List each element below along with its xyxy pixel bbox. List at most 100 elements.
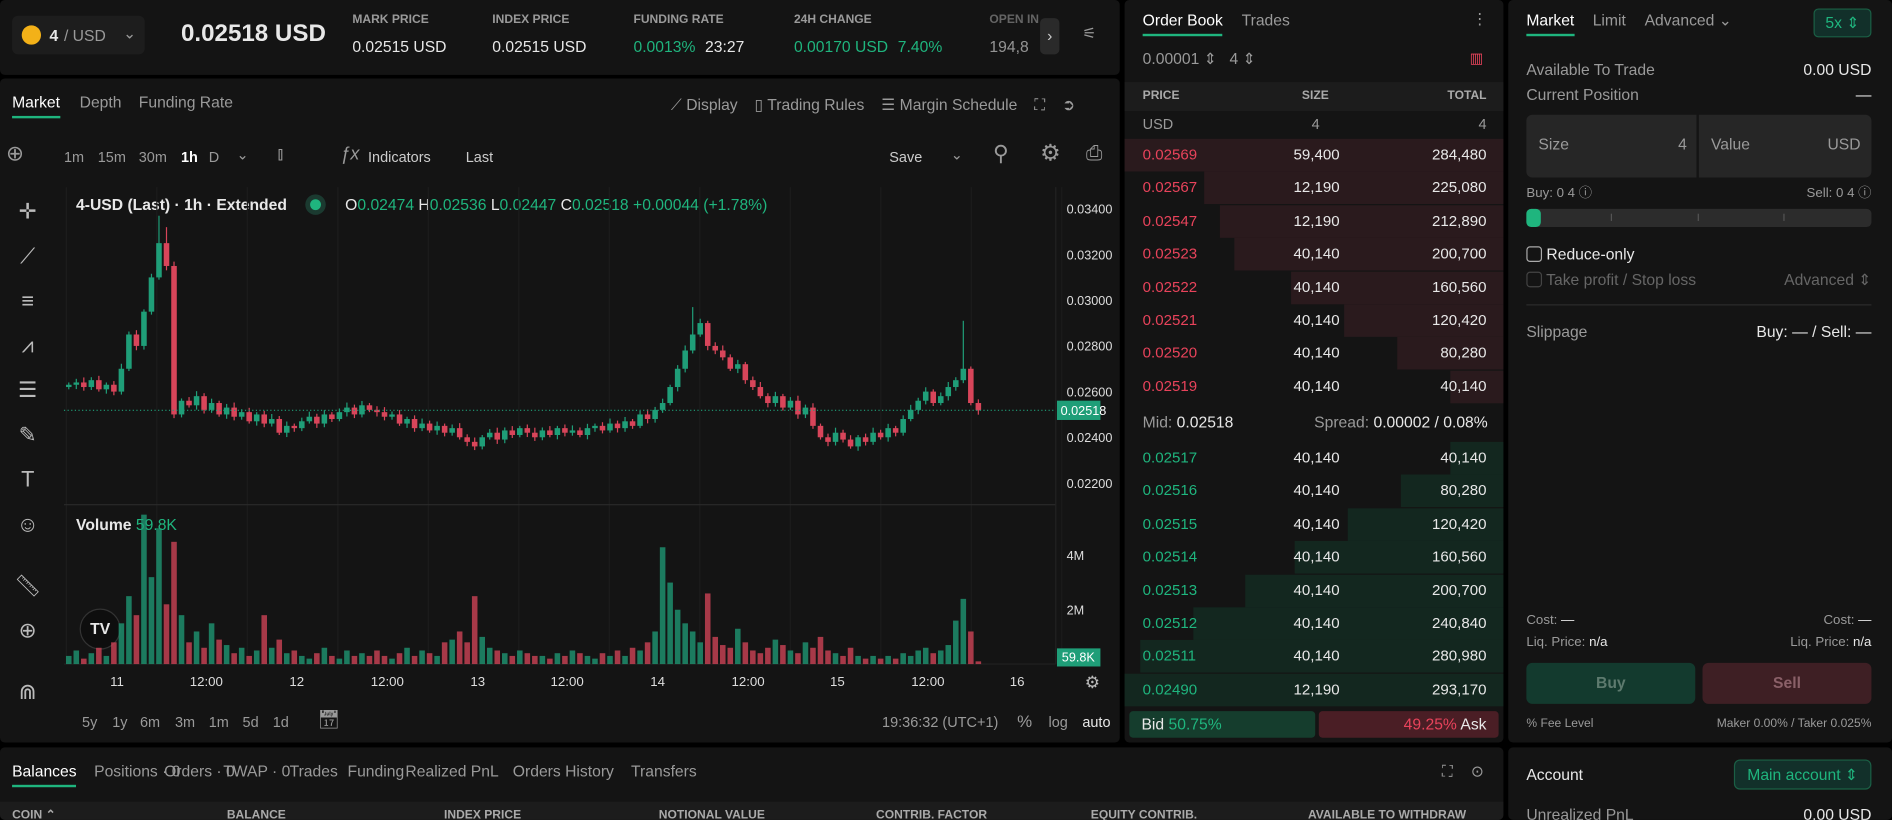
asks-row[interactable]: 0.02569 59,400 284,480 <box>1124 138 1504 172</box>
stat-label: 24H CHANGE <box>793 13 872 27</box>
bids-row[interactable]: 0.02513 40,140 200,700 <box>1125 574 1504 607</box>
book-layout-icon[interactable]: ▥ <box>1470 50 1484 67</box>
range-button[interactable]: 3m <box>175 714 195 731</box>
pair-selector[interactable]: 4 / USD ⌄ <box>12 15 145 55</box>
candle-body <box>599 425 606 431</box>
buy-button[interactable]: Buy <box>1526 662 1696 704</box>
bottom-tab[interactable]: Realized PnL <box>405 762 498 780</box>
asks-row[interactable]: 0.02522 40,140 160,560 <box>1125 271 1504 304</box>
time-tick: 11 <box>110 674 124 689</box>
stat-2: FUNDING RATE 0.0013% 23:27 <box>633 13 744 55</box>
candle-body <box>870 432 876 442</box>
bids-row[interactable]: 0.02515 40,140 120,420 <box>1125 508 1504 541</box>
price-tick: 0.02600 <box>1067 385 1113 399</box>
size: 12,190 <box>1293 179 1340 197</box>
bottom-tab[interactable]: Transfers <box>631 762 697 780</box>
group-select[interactable]: 4 ⇕ <box>1230 50 1256 69</box>
tab-order-book[interactable]: Order Book <box>1142 11 1224 37</box>
slider-thumb[interactable] <box>1526 208 1541 227</box>
candle-body <box>539 430 546 438</box>
tab-limit[interactable]: Limit <box>1593 11 1626 29</box>
stat-value: 194,8 <box>989 37 1040 55</box>
bottom-tab[interactable]: Orders History <box>513 762 614 780</box>
auto-scale-button[interactable]: auto <box>1082 714 1110 731</box>
fee-level-link[interactable]: Fee Level <box>1540 717 1593 730</box>
bids-row[interactable]: 0.02512 40,140 240,840 <box>1125 607 1504 640</box>
account-selector[interactable]: Main account ⇕ <box>1733 759 1872 790</box>
reduce-only-checkbox[interactable]: Reduce-only <box>1526 245 1634 263</box>
log-scale-button[interactable]: log <box>1049 714 1068 731</box>
range-button[interactable]: 1y <box>112 714 127 731</box>
volume-bar <box>103 655 110 665</box>
column-header[interactable]: BALANCE <box>227 809 286 820</box>
date-range-icon[interactable]: 📅︎ <box>317 709 340 731</box>
column-header[interactable]: CONTRIB. FACTOR <box>876 809 987 820</box>
settings-sliders-icon[interactable]: ⚟ <box>1082 24 1096 43</box>
tick-size-select[interactable]: 0.00001 ⇕ <box>1143 50 1217 69</box>
bids-row[interactable]: 0.02516 40,140 80,280 <box>1125 474 1504 508</box>
range-button[interactable]: 6m <box>140 714 160 731</box>
more-menu-icon[interactable]: ⋮ <box>1472 10 1488 29</box>
value-input[interactable]: Value USD <box>1698 114 1872 178</box>
column-header[interactable]: COIN ⌃ <box>12 809 56 820</box>
scroll-right-button[interactable]: › <box>1040 18 1060 55</box>
bids-row[interactable]: 0.02511 40,140 280,980 <box>1125 640 1504 673</box>
chart-panel: Market Depth Funding Rate ⟋ Display ▯ Trad… <box>0 78 1120 743</box>
tpsl-mode-select[interactable]: Advanced ⇕ <box>1784 270 1871 289</box>
volume-bar <box>652 631 658 665</box>
column-header[interactable]: NOTIONAL VALUE <box>659 809 765 820</box>
price: 0.02515 <box>1142 515 1198 533</box>
candle-body <box>223 407 230 415</box>
asks-row[interactable]: 0.02520 40,140 80,280 <box>1125 337 1504 370</box>
volume-bar <box>456 631 463 665</box>
volume-bar <box>88 653 95 665</box>
range-button[interactable]: 5d <box>243 714 259 731</box>
candle-body <box>802 407 809 415</box>
size-slider[interactable] <box>1526 208 1872 227</box>
bottom-tab[interactable]: Funding <box>348 762 405 780</box>
volume-bar <box>208 623 215 665</box>
bottom-tab[interactable]: Balances <box>12 762 78 788</box>
sell-button[interactable]: Sell <box>1702 662 1872 704</box>
asks-row[interactable]: 0.02523 40,140 200,700 <box>1125 238 1504 271</box>
candle-body <box>389 414 395 417</box>
bids-row[interactable]: 0.02517 40,140 40,140 <box>1125 441 1504 475</box>
range-button[interactable]: 1d <box>273 714 289 731</box>
column-header[interactable]: EQUITY CONTRIB. <box>1091 809 1197 820</box>
volume-bar <box>253 650 260 665</box>
candle-body <box>163 243 170 266</box>
percent-scale-button[interactable]: % <box>1017 711 1032 730</box>
candle-body <box>547 430 553 435</box>
range-button[interactable]: 5y <box>82 714 97 731</box>
bid-percent: 50.75% <box>1168 714 1222 733</box>
range-button[interactable]: 1m <box>209 714 229 731</box>
download-icon[interactable]: ⊙ <box>1471 762 1484 781</box>
candle-body <box>667 387 673 404</box>
price-chart[interactable]: 0.03400 0.03200 0.03000 0.02800 0.02600 0.024… <box>0 78 1120 742</box>
candle-body <box>614 423 621 429</box>
bottom-tab[interactable]: Trades <box>290 762 338 780</box>
volume-bar <box>404 647 410 665</box>
bottom-tab[interactable]: TWAP · 0 <box>223 762 290 780</box>
asks-row[interactable]: 0.02547 12,190 212,890 <box>1125 205 1504 238</box>
volume-bar <box>817 636 824 665</box>
candle-body <box>299 421 305 429</box>
size: 40,140 <box>1293 614 1340 632</box>
chart-settings-icon[interactable]: ⚙ <box>1085 673 1100 692</box>
volume-bar <box>953 620 959 665</box>
asks-row[interactable]: 0.02521 40,140 120,420 <box>1125 304 1504 337</box>
expand-icon[interactable]: ⛶ <box>1442 762 1453 781</box>
bids-row[interactable]: 0.02490 12,190 293,170 <box>1124 673 1504 707</box>
column-header[interactable]: INDEX PRICE <box>444 809 521 820</box>
tpsl-checkbox[interactable]: Take profit / Stop loss <box>1526 270 1696 289</box>
tab-market[interactable]: Market <box>1526 11 1574 37</box>
size-input[interactable]: Size 4 <box>1526 114 1697 178</box>
column-header[interactable]: AVAILABLE TO WITHDRAW <box>1308 809 1466 820</box>
tab-trades[interactable]: Trades <box>1242 11 1290 29</box>
stat-label: INDEX PRICE <box>492 13 570 27</box>
leverage-button[interactable]: 5x ⇕ <box>1813 8 1872 38</box>
asks-row[interactable]: 0.02519 40,140 40,140 <box>1125 370 1504 404</box>
asks-row[interactable]: 0.02567 12,190 225,080 <box>1125 171 1504 205</box>
bids-row[interactable]: 0.02514 40,140 160,560 <box>1125 541 1504 574</box>
tab-advanced[interactable]: Advanced ⌄ <box>1645 11 1732 30</box>
